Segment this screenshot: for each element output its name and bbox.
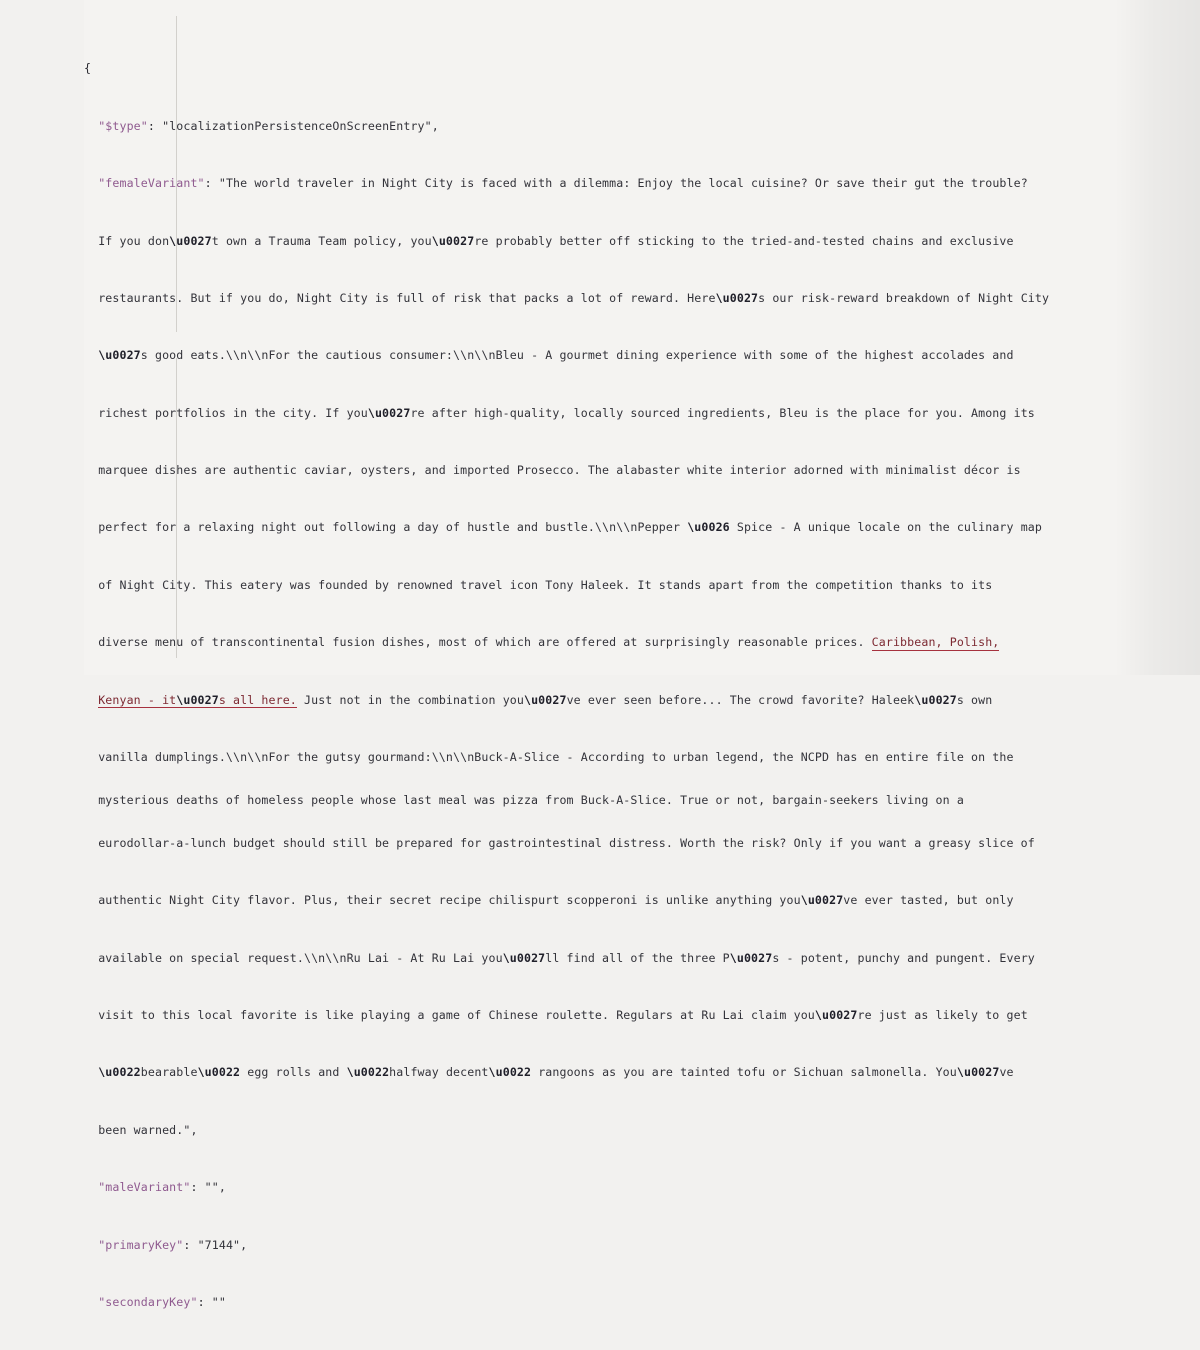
- t: halfway decent: [389, 1065, 489, 1080]
- t: available on special request.\\n\\nRu La…: [98, 950, 503, 965]
- english-line-7: perfect for a relaxing night out followi…: [84, 520, 1200, 534]
- t: visit to this local favorite is like pla…: [98, 1008, 815, 1023]
- spellcheck-flag-1b[interactable]: Kenyan - it\u0027s all here.: [98, 692, 297, 708]
- escape-apostrophe: \u0027: [98, 348, 141, 363]
- json-key-female-1: "femaleVariant": [98, 176, 205, 191]
- escape-apostrophe: \u0027: [914, 692, 957, 707]
- escape-apostrophe: \u0027: [169, 233, 212, 248]
- colon-4: :: [183, 1237, 198, 1252]
- escape-quote: \u0022: [197, 1065, 241, 1080]
- json-value-male-1: "",: [204, 1180, 226, 1195]
- t: ve: [999, 1065, 1014, 1080]
- line-secondary-1: "secondaryKey": "": [84, 1295, 1200, 1309]
- t: perfect for a relaxing night out followi…: [98, 520, 688, 535]
- english-line-15: available on special request.\\n\\nRu La…: [84, 951, 1200, 965]
- line-open-brace-1: {: [84, 61, 1200, 75]
- t: egg rolls and: [240, 1065, 347, 1080]
- english-line-2: If you don\u0027t own a Trauma Team poli…: [84, 234, 1200, 248]
- json-key-secondary-1: "secondaryKey": [98, 1294, 198, 1309]
- t: mysterious deaths of homeless people who…: [98, 792, 964, 807]
- english-line-11: vanilla dumplings.\\n\\nFor the gutsy go…: [84, 750, 1200, 764]
- english-line-13: eurodollar-a-lunch budget should still b…: [84, 836, 1200, 850]
- spellcheck-flag-1a[interactable]: Caribbean, Polish,: [871, 635, 1000, 651]
- t: ve ever tasted, but only: [843, 893, 1014, 908]
- indent-guide-entry-2: [176, 358, 177, 658]
- english-line-10: Kenyan - it\u0027s all here. Just not in…: [84, 692, 1200, 708]
- json-key-male-1: "maleVariant": [98, 1180, 191, 1195]
- t: Just not in the combination you: [296, 692, 524, 707]
- t: s all here.: [218, 692, 297, 707]
- english-line-16: visit to this local favorite is like pla…: [84, 1008, 1200, 1022]
- t: restaurants. But if you do, Night City i…: [98, 290, 716, 305]
- english-line-3: restaurants. But if you do, Night City i…: [84, 291, 1200, 305]
- t: richest portfolios in the city. If you: [98, 405, 368, 420]
- t: re after high-quality, locally sourced i…: [410, 405, 1035, 420]
- english-line-17: \u0022bearable\u0022 egg rolls and \u002…: [84, 1065, 1200, 1079]
- brace-open-1: {: [84, 61, 92, 76]
- escape-apostrophe: \u0027: [367, 405, 411, 420]
- colon-1: :: [147, 118, 163, 133]
- escape-apostrophe: \u0027: [814, 1008, 858, 1023]
- t: bearable: [140, 1065, 198, 1080]
- t: marquee dishes are authentic caviar, oys…: [98, 463, 1021, 477]
- t: authentic Night City flavor. Plus, their…: [98, 893, 801, 908]
- line-type-1: "$type": "localizationPersistenceOnScree…: [84, 119, 1200, 133]
- colon-5: :: [197, 1294, 212, 1309]
- t: of Night City. This eatery was founded b…: [98, 577, 993, 592]
- t: re probably better off sticking to the t…: [474, 233, 1014, 248]
- english-line-9: diverse menu of transcontinental fusion …: [84, 635, 1200, 651]
- colon-3: :: [190, 1180, 205, 1195]
- t: s - potent, punchy and pungent. Every: [772, 950, 1035, 965]
- json-value-type-1: "localizationPersistenceOnScreenEntry",: [162, 118, 439, 133]
- t: re just as likely to get: [857, 1008, 1028, 1023]
- english-line-4: \u0027s good eats.\\n\\nFor the cautious…: [84, 348, 1200, 362]
- t: s our risk-reward breakdown of Night Cit…: [758, 290, 1050, 305]
- english-line-6: marquee dishes are authentic caviar, oys…: [84, 463, 1200, 477]
- escape-ampersand: \u0026: [687, 520, 730, 535]
- escape-apostrophe: \u0027: [502, 950, 546, 965]
- english-line-1: "The world traveler in Night City is fac…: [218, 176, 1028, 191]
- line-male-1: "maleVariant": "",: [84, 1180, 1200, 1194]
- code-content[interactable]: { "$type": "localizationPersistenceOnScr…: [84, 4, 1200, 1350]
- json-value-primary-1: "7144",: [197, 1237, 248, 1252]
- t: ll find all of the three P: [545, 950, 730, 965]
- t: s own: [956, 692, 993, 707]
- colon-2: :: [204, 176, 219, 191]
- t: s good eats.\\n\\nFor the cautious consu…: [140, 348, 1014, 363]
- line-female-1: "femaleVariant": "The world traveler in …: [84, 176, 1200, 190]
- t: diverse menu of transcontinental fusion …: [98, 635, 872, 650]
- line-primary-1: "primaryKey": "7144",: [84, 1238, 1200, 1252]
- english-line-12: mysterious deaths of homeless people who…: [84, 793, 1200, 807]
- t: been warned.",: [98, 1122, 198, 1137]
- escape-apostrophe: \u0027: [956, 1065, 1000, 1080]
- t: If you don: [98, 233, 170, 248]
- t: Kenyan - it: [98, 692, 177, 707]
- json-key-type-1: "$type": [98, 118, 148, 133]
- json-value-secondary-1: "": [211, 1294, 226, 1309]
- escape-quote: \u0022: [98, 1065, 141, 1080]
- t: rangoons as you are tainted tofu or Sich…: [531, 1065, 957, 1080]
- escape-apostrophe: \u0027: [715, 290, 759, 305]
- escape-apostrophe: \u0027: [431, 233, 475, 248]
- english-line-14: authentic Night City flavor. Plus, their…: [84, 893, 1200, 907]
- json-source-editor[interactable]: { "$type": "localizationPersistenceOnScr…: [0, 0, 1200, 1309]
- editor-left-margin: [0, 0, 84, 675]
- escape-apostrophe: \u0027: [523, 692, 567, 707]
- t: Spice - A unique locale on the culinary …: [729, 520, 1042, 535]
- escape-quote: \u0022: [488, 1065, 532, 1080]
- t: ve ever seen before... The crowd favorit…: [566, 692, 915, 707]
- escape-apostrophe: \u0027: [729, 950, 773, 965]
- t: eurodollar-a-lunch budget should still b…: [98, 835, 1035, 850]
- escape-quote: \u0022: [346, 1065, 390, 1080]
- code-surface[interactable]: { "$type": "localizationPersistenceOnScr…: [84, 0, 1200, 1309]
- english-line-18: been warned.",: [84, 1123, 1200, 1137]
- t: vanilla dumplings.\\n\\nFor the gutsy go…: [98, 749, 1014, 764]
- english-line-5: richest portfolios in the city. If you\u…: [84, 406, 1200, 420]
- escape-apostrophe: \u0027: [176, 692, 219, 707]
- t: t own a Trauma Team policy, you: [211, 233, 432, 248]
- english-line-8: of Night City. This eatery was founded b…: [84, 578, 1200, 592]
- escape-apostrophe: \u0027: [800, 893, 844, 908]
- json-key-primary-1: "primaryKey": [98, 1237, 184, 1252]
